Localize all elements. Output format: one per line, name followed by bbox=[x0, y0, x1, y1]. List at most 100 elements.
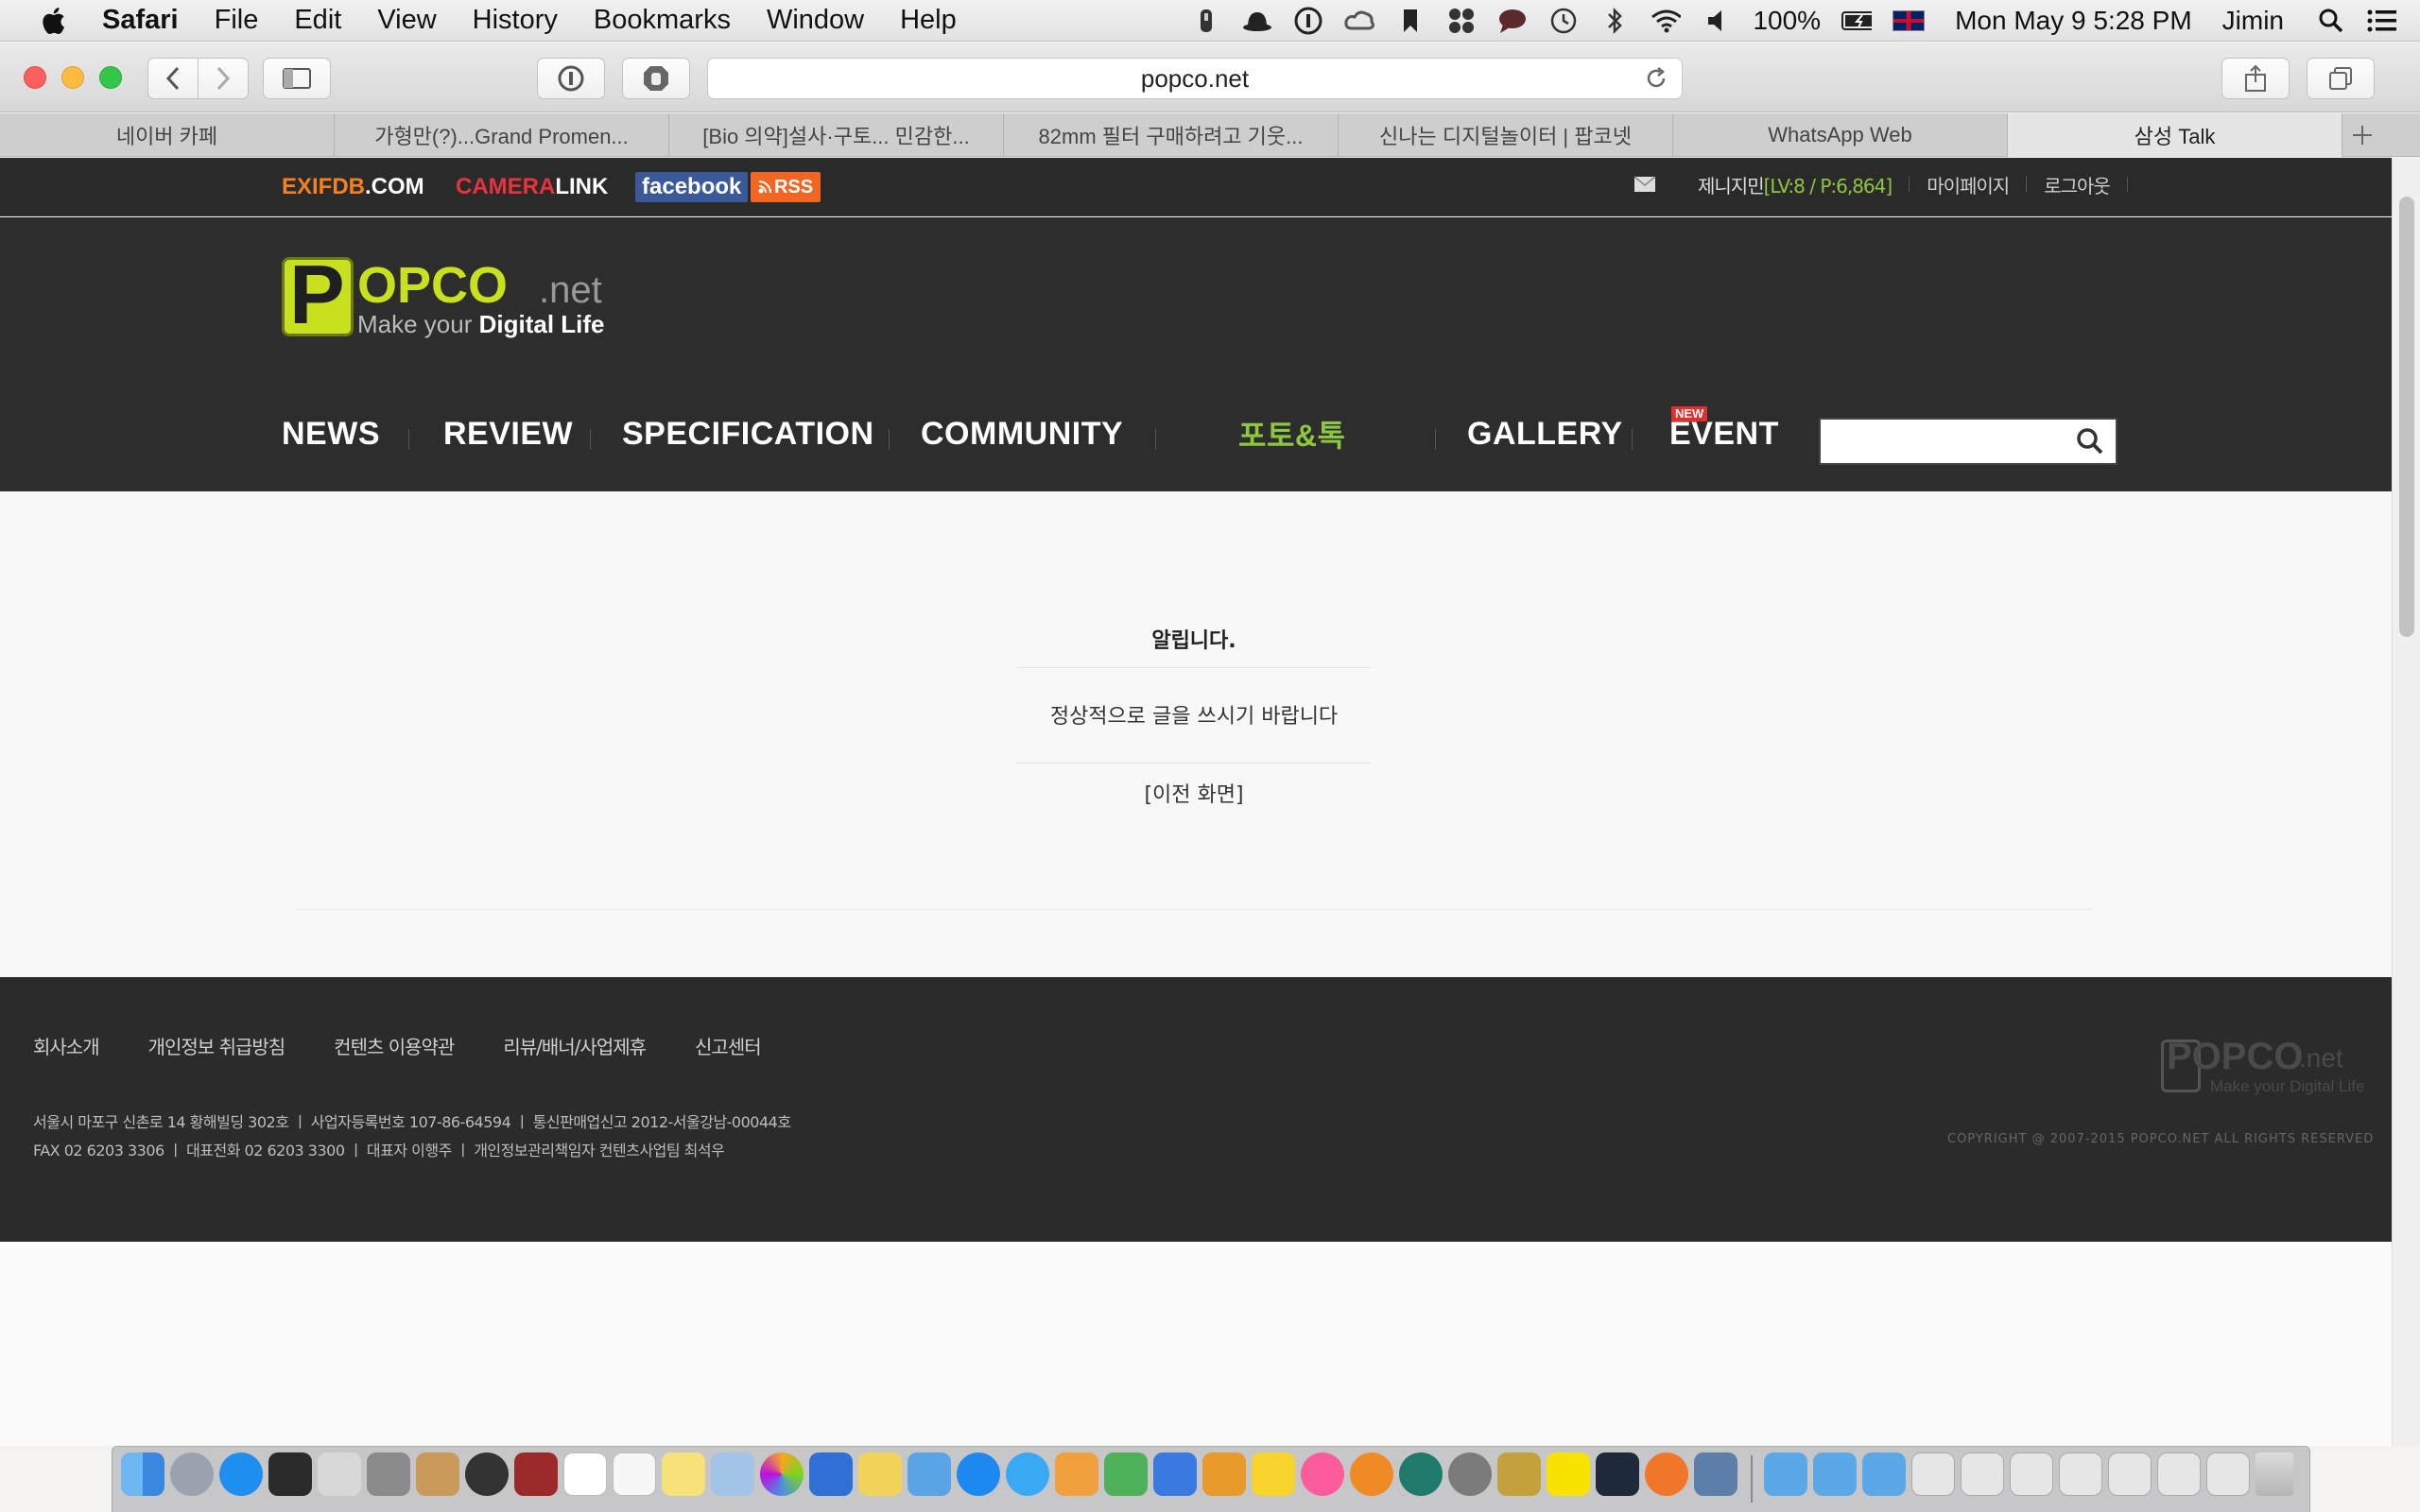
applications-folder-icon[interactable] bbox=[1764, 1452, 1807, 1496]
time-machine-icon[interactable] bbox=[1548, 6, 1579, 36]
site-logo[interactable]: P OPCO .net Make your Digital Life bbox=[282, 249, 622, 346]
search-icon[interactable] bbox=[2076, 427, 2104, 455]
tab-overview-button[interactable] bbox=[2307, 58, 2375, 99]
browser-tab[interactable]: 네이버 카페 bbox=[0, 113, 335, 157]
nav-review[interactable]: REVIEW bbox=[443, 416, 573, 453]
exifdb-link[interactable]: EXIFDB.COM bbox=[282, 174, 424, 200]
battery-icon[interactable] bbox=[1841, 6, 1873, 36]
notes-app-icon[interactable] bbox=[367, 1452, 410, 1496]
new-tab-button[interactable] bbox=[2342, 113, 2382, 156]
itunes-icon[interactable] bbox=[1301, 1452, 1344, 1496]
address-bar[interactable]: popco.net bbox=[707, 58, 1683, 99]
stickies-icon[interactable] bbox=[662, 1452, 705, 1496]
photos-icon[interactable] bbox=[760, 1452, 804, 1496]
reminders-icon[interactable] bbox=[613, 1452, 656, 1496]
facebook-link[interactable]: facebook bbox=[635, 172, 749, 202]
document-stack-icon[interactable] bbox=[2206, 1452, 2250, 1496]
firefox-icon[interactable] bbox=[1645, 1452, 1688, 1496]
footer-link-privacy[interactable]: 개인정보 취급방침 bbox=[148, 1032, 286, 1059]
share-button[interactable] bbox=[2221, 58, 2290, 99]
menu-window[interactable]: Window bbox=[767, 5, 864, 36]
xcode-icon[interactable] bbox=[908, 1452, 951, 1496]
keynote-icon[interactable] bbox=[1153, 1452, 1197, 1496]
dashboard-icon[interactable] bbox=[465, 1452, 509, 1496]
document-stack-icon[interactable] bbox=[1961, 1452, 2004, 1496]
lightroom-icon[interactable] bbox=[1596, 1452, 1639, 1496]
dropbox-icon[interactable] bbox=[1446, 6, 1477, 36]
stickies-alt-icon[interactable] bbox=[1252, 1452, 1295, 1496]
bluetooth-icon[interactable] bbox=[1599, 6, 1630, 36]
input-source-uk-flag-icon[interactable] bbox=[1893, 10, 1926, 31]
document-stack-icon[interactable] bbox=[2010, 1452, 2053, 1496]
usb-device-icon[interactable] bbox=[1191, 6, 1221, 36]
downloads-folder-icon[interactable] bbox=[1862, 1452, 1906, 1496]
menu-history[interactable]: History bbox=[473, 5, 558, 36]
browser-tab-active[interactable]: 삼성 Talk bbox=[2008, 113, 2342, 157]
system-preferences-icon[interactable] bbox=[1448, 1452, 1492, 1496]
current-user[interactable]: Jimin bbox=[2222, 6, 2284, 36]
menu-app-name[interactable]: Safari bbox=[102, 5, 179, 36]
documents-folder-icon[interactable] bbox=[1813, 1452, 1857, 1496]
minimize-window-button[interactable] bbox=[61, 66, 84, 89]
menu-file[interactable]: File bbox=[215, 5, 259, 36]
pineapple-app-icon[interactable] bbox=[1497, 1452, 1541, 1496]
scrollbar-thumb[interactable] bbox=[2399, 197, 2414, 637]
browser-tab[interactable]: 82mm 필터 구매하려고 기웃... bbox=[1004, 113, 1339, 157]
menu-view[interactable]: View bbox=[377, 5, 436, 36]
app-store-icon[interactable] bbox=[219, 1452, 263, 1496]
rss-link[interactable]: RSS bbox=[751, 172, 821, 202]
back-button[interactable] bbox=[147, 58, 199, 99]
messages-icon[interactable] bbox=[1006, 1452, 1049, 1496]
ibooks-icon[interactable] bbox=[1350, 1452, 1393, 1496]
browser-tab[interactable]: 신나는 디지털놀이터 | 팝코넷 bbox=[1339, 113, 1673, 157]
safari-icon[interactable] bbox=[957, 1452, 1000, 1496]
mission-control-icon[interactable] bbox=[268, 1452, 312, 1496]
trash-icon[interactable] bbox=[2256, 1452, 2293, 1496]
volume-icon[interactable] bbox=[1702, 6, 1732, 36]
menu-bookmarks[interactable]: Bookmarks bbox=[594, 5, 731, 36]
site-search-input[interactable] bbox=[1819, 418, 2118, 465]
logout-link[interactable]: 로그아웃 bbox=[2044, 171, 2111, 198]
creative-cloud-icon[interactable] bbox=[1344, 6, 1375, 36]
1password-extension-button[interactable] bbox=[537, 58, 605, 99]
menu-edit[interactable]: Edit bbox=[294, 5, 341, 36]
spotlight-search-icon[interactable] bbox=[2316, 6, 2346, 36]
preview-icon[interactable] bbox=[711, 1452, 754, 1496]
mypage-link[interactable]: 마이페이지 bbox=[1927, 171, 2010, 198]
bowler-hat-icon[interactable] bbox=[1242, 6, 1272, 36]
footer-link-terms[interactable]: 컨텐츠 이용약관 bbox=[334, 1032, 455, 1059]
chat-bubble-icon[interactable] bbox=[1497, 6, 1528, 36]
footer-link-partnership[interactable]: 리뷰/배너/사업제휴 bbox=[503, 1032, 647, 1059]
apple-menu-icon[interactable] bbox=[34, 7, 72, 35]
browser-tab[interactable]: WhatsApp Web bbox=[1673, 113, 2008, 157]
pages-icon[interactable] bbox=[1055, 1452, 1098, 1496]
document-stack-icon[interactable] bbox=[2059, 1452, 2102, 1496]
contacts-icon[interactable] bbox=[416, 1452, 459, 1496]
sidebar-toggle-button[interactable] bbox=[263, 58, 331, 99]
mail-app-icon[interactable] bbox=[1694, 1452, 1737, 1496]
footer-link-company[interactable]: 회사소개 bbox=[33, 1032, 100, 1059]
footer-link-report[interactable]: 신고센터 bbox=[695, 1032, 762, 1059]
nav-photo-talk[interactable]: 포토&톡 bbox=[1238, 412, 1345, 455]
reload-icon[interactable] bbox=[1644, 66, 1668, 91]
browser-tab[interactable]: [Bio 의약]설사·구토... 민감한... bbox=[669, 113, 1004, 157]
wifi-icon[interactable] bbox=[1651, 6, 1682, 36]
clock[interactable]: Mon May 9 5:28 PM bbox=[1955, 6, 2192, 36]
nickname-link[interactable]: 제니지민[LV:8 / P:6,864] bbox=[1698, 171, 1893, 198]
finder-icon[interactable] bbox=[121, 1452, 164, 1496]
mail-icon[interactable] bbox=[1634, 176, 1656, 193]
time-machine-icon[interactable] bbox=[1399, 1452, 1443, 1496]
document-stack-icon[interactable] bbox=[2108, 1452, 2152, 1496]
close-window-button[interactable] bbox=[24, 66, 46, 89]
nav-specification[interactable]: SPECIFICATION bbox=[622, 416, 874, 453]
todo-app-icon[interactable] bbox=[809, 1452, 853, 1496]
previous-page-link[interactable]: [이전 화면] bbox=[1115, 778, 1272, 808]
browser-tab[interactable]: 가형만(?)...Grand Promen... bbox=[335, 113, 669, 157]
document-stack-icon[interactable] bbox=[1911, 1452, 1955, 1496]
menu-help[interactable]: Help bbox=[900, 5, 957, 36]
kakaotalk-icon[interactable] bbox=[1547, 1452, 1590, 1496]
1password-icon[interactable] bbox=[1293, 6, 1323, 36]
calculator-icon[interactable] bbox=[318, 1452, 361, 1496]
calendar-icon[interactable] bbox=[563, 1452, 607, 1496]
adblock-extension-button[interactable] bbox=[622, 58, 690, 99]
